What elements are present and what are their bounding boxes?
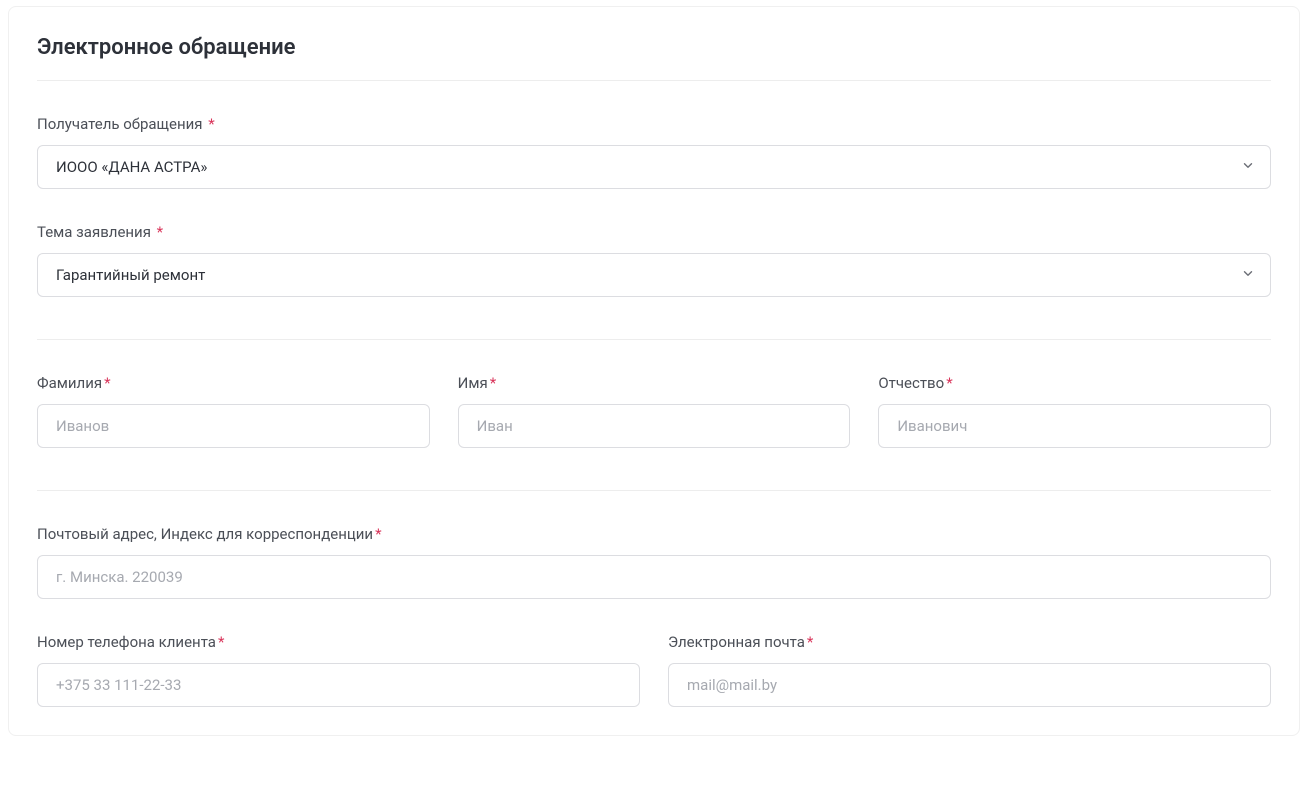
email-label-text: Электронная почта (668, 633, 805, 651)
required-marker: * (205, 115, 215, 133)
section-divider (37, 339, 1271, 340)
subject-label-text: Тема заявления (37, 223, 151, 241)
postal-label: Почтовый адрес, Индекс для корреспонденц… (37, 525, 1271, 543)
last-name-input[interactable] (37, 404, 430, 448)
contact-row: Номер телефона клиента* Электронная почт… (37, 633, 1271, 707)
recipient-select[interactable]: ИООО «ДАНА АСТРА» (37, 145, 1271, 189)
last-name-label: Фамилия* (37, 374, 430, 392)
patronymic-label-text: Отчество (878, 374, 944, 392)
postal-section: Почтовый адрес, Индекс для корреспонденц… (37, 525, 1271, 599)
name-row: Фамилия* Имя* Отчество* (37, 374, 1271, 448)
subject-select[interactable]: Гарантийный ремонт (37, 253, 1271, 297)
subject-section: Тема заявления * Гарантийный ремонт (37, 223, 1271, 297)
phone-input[interactable] (37, 663, 640, 707)
phone-field: Номер телефона клиента* (37, 633, 640, 707)
required-marker: * (218, 633, 224, 651)
first-name-label: Имя* (458, 374, 851, 392)
first-name-field: Имя* (458, 374, 851, 448)
first-name-input[interactable] (458, 404, 851, 448)
subject-label: Тема заявления * (37, 223, 1271, 241)
section-divider (37, 490, 1271, 491)
email-field: Электронная почта* (668, 633, 1271, 707)
page-title: Электронное обращение (37, 7, 1271, 81)
required-marker: * (490, 374, 496, 392)
postal-label-text: Почтовый адрес, Индекс для корреспонденц… (37, 525, 373, 543)
patronymic-field: Отчество* (878, 374, 1271, 448)
patronymic-label: Отчество* (878, 374, 1271, 392)
form-card: Электронное обращение Получатель обращен… (8, 6, 1300, 736)
email-input[interactable] (668, 663, 1271, 707)
required-marker: * (946, 374, 952, 392)
required-marker: * (153, 223, 163, 241)
first-name-label-text: Имя (458, 374, 488, 392)
recipient-section: Получатель обращения * ИООО «ДАНА АСТРА» (37, 81, 1271, 189)
recipient-label: Получатель обращения * (37, 115, 1271, 133)
required-marker: * (104, 374, 110, 392)
required-marker: * (375, 525, 381, 543)
recipient-label-text: Получатель обращения (37, 115, 203, 133)
patronymic-input[interactable] (878, 404, 1271, 448)
postal-input[interactable] (37, 555, 1271, 599)
required-marker: * (807, 633, 813, 651)
phone-label: Номер телефона клиента* (37, 633, 640, 651)
last-name-field: Фамилия* (37, 374, 430, 448)
last-name-label-text: Фамилия (37, 374, 102, 392)
phone-label-text: Номер телефона клиента (37, 633, 216, 651)
email-label: Электронная почта* (668, 633, 1271, 651)
